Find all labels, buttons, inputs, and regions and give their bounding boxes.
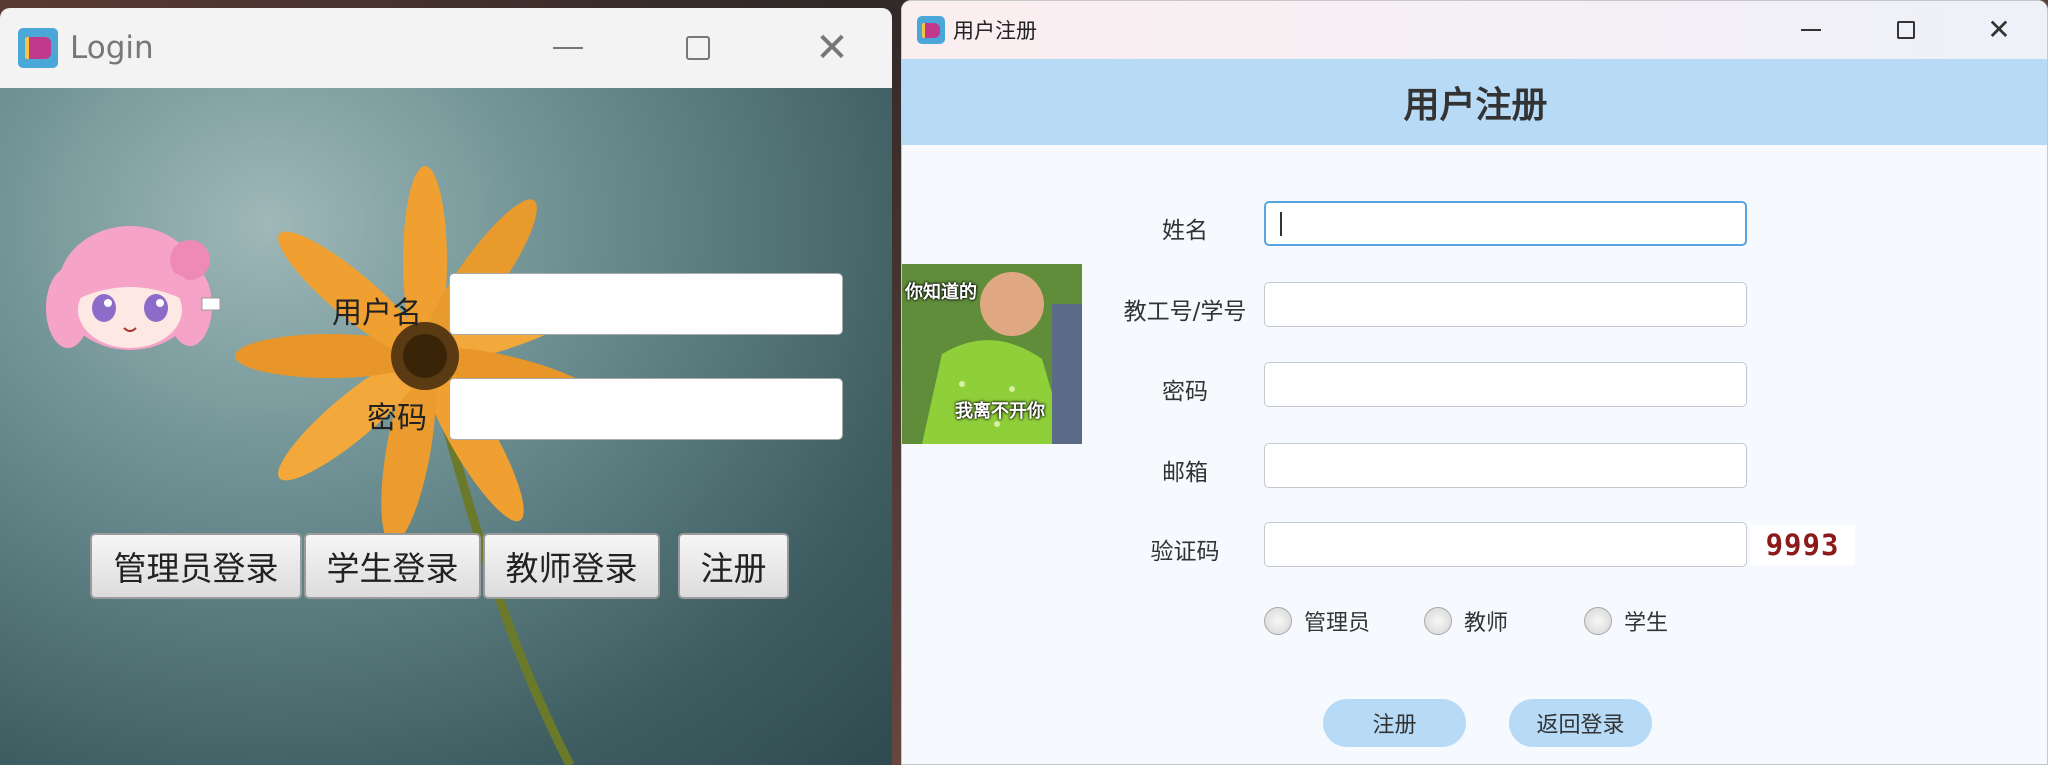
meme-image: 你知道的 我离不开你 [902, 264, 1082, 444]
minimize-button[interactable] [538, 8, 598, 88]
admin-login-button[interactable]: 管理员登录 [90, 533, 302, 599]
anime-girl-avatar-image [46, 226, 221, 350]
minimize-icon [1801, 29, 1821, 31]
close-button[interactable]: ✕ [800, 8, 864, 88]
role-teacher-label: 教师 [1464, 611, 1509, 636]
radio-button[interactable] [1584, 607, 1612, 635]
captcha-image[interactable]: 9993 [1750, 525, 1855, 565]
email-label: 邮箱 [1162, 460, 1208, 486]
back-to-login-button[interactable]: 返回登录 [1509, 699, 1652, 747]
role-radio-teacher[interactable]: 教师 [1424, 605, 1508, 637]
close-icon: ✕ [1987, 13, 2011, 46]
name-input[interactable] [1264, 201, 1747, 246]
role-admin-label: 管理员 [1304, 611, 1371, 636]
register-window: 用户注册 ✕ 用户注册 你知道的 我离不开你 姓名 教工号/学号 密码 邮箱 验… [901, 0, 2048, 765]
role-radio-student[interactable]: 学生 [1584, 605, 1668, 637]
meme-caption-top: 你知道的 [905, 282, 977, 303]
password-label: 密码 [367, 401, 427, 436]
password-input[interactable] [449, 378, 843, 440]
email-input[interactable] [1264, 443, 1747, 488]
maximize-icon [1897, 21, 1915, 39]
password-label: 密码 [1162, 379, 1208, 405]
meme-caption-bottom: 我离不开你 [955, 401, 1045, 422]
text-caret [1280, 212, 1282, 236]
maximize-button[interactable] [1881, 1, 1931, 59]
register-button[interactable]: 注册 [678, 533, 789, 599]
password-input[interactable] [1264, 362, 1747, 407]
login-titlebar[interactable]: Login ✕ [0, 8, 892, 88]
radio-button[interactable] [1424, 607, 1452, 635]
book-app-icon [917, 16, 945, 44]
book-app-icon [18, 28, 58, 68]
role-radio-admin[interactable]: 管理员 [1264, 605, 1370, 637]
minimize-button[interactable] [1786, 1, 1836, 59]
captcha-label: 验证码 [1150, 539, 1220, 565]
name-label: 姓名 [1162, 218, 1208, 244]
maximize-icon [686, 36, 710, 60]
role-student-label: 学生 [1624, 611, 1669, 636]
captcha-input[interactable] [1264, 522, 1747, 567]
student-login-button[interactable]: 学生登录 [304, 533, 481, 599]
close-icon: ✕ [815, 25, 849, 71]
maximize-button[interactable] [668, 8, 728, 88]
minimize-icon [553, 47, 583, 49]
login-window-title: Login [70, 30, 154, 66]
register-window-title: 用户注册 [953, 19, 1037, 43]
register-header: 用户注册 [902, 59, 2047, 145]
register-titlebar[interactable]: 用户注册 ✕ [902, 1, 2047, 59]
login-window: Login ✕ 用户名 密码 管理员登录 学生登录 教师登录 注册 [0, 8, 892, 765]
id-input[interactable] [1264, 282, 1747, 327]
id-label: 教工号/学号 [1123, 299, 1247, 325]
login-background: 用户名 密码 管理员登录 学生登录 教师登录 注册 [0, 88, 892, 765]
username-label: 用户名 [332, 296, 422, 331]
submit-register-button[interactable]: 注册 [1323, 699, 1466, 747]
close-button[interactable]: ✕ [1972, 1, 2026, 59]
username-input[interactable] [449, 273, 843, 335]
radio-button[interactable] [1264, 607, 1292, 635]
teacher-login-button[interactable]: 教师登录 [483, 533, 660, 599]
